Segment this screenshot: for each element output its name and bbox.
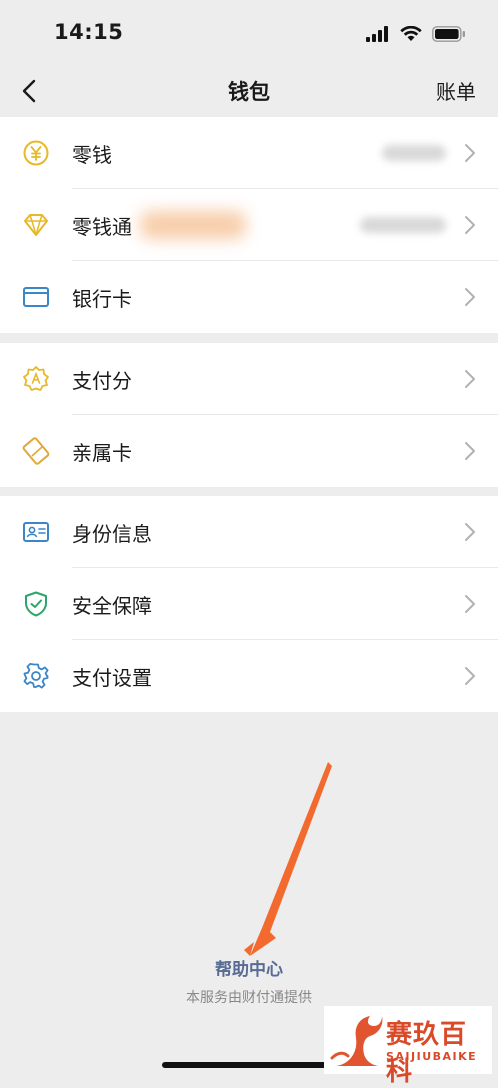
- status-time: 14:15: [54, 20, 124, 44]
- bank-card-icon: [23, 287, 49, 307]
- chevron-right-icon: [465, 523, 475, 541]
- menu-item-label: 支付分: [72, 369, 132, 393]
- settings-group: 身份信息 安全保障 支付设置: [0, 496, 498, 712]
- credit-group: 支付分 亲属卡: [0, 343, 498, 487]
- chevron-right-icon: [465, 442, 475, 460]
- chevron-right-icon: [465, 370, 475, 388]
- menu-item-label: 安全保障: [72, 594, 152, 618]
- menu-item-bank-card[interactable]: 银行卡: [0, 261, 498, 333]
- chevron-right-icon: [465, 667, 475, 685]
- wallet-balance-group: 零钱 零钱通 银行卡: [0, 117, 498, 333]
- family-card-icon: [22, 437, 50, 465]
- menu-item-pay-score[interactable]: 支付分: [0, 343, 498, 415]
- menu-item-label: 零钱通: [72, 215, 132, 239]
- page-title: 钱包: [228, 80, 270, 104]
- menu-item-payment-settings[interactable]: 支付设置: [0, 640, 498, 712]
- status-icons: [366, 24, 466, 44]
- chevron-right-icon: [465, 288, 475, 306]
- hidden-balance: [382, 145, 446, 161]
- id-card-icon: [23, 522, 49, 542]
- battery-icon: [432, 26, 465, 42]
- watermark: 赛玖百科 SAIJIUBAIKE: [324, 1006, 492, 1087]
- menu-item-label: 亲属卡: [72, 441, 132, 465]
- menu-item-change-pass[interactable]: 零钱通: [0, 189, 498, 261]
- menu-item-identity[interactable]: 身份信息: [0, 496, 498, 568]
- menu-item-label: 零钱: [72, 143, 112, 167]
- badge-score-icon: [23, 366, 49, 391]
- gear-icon: [23, 663, 49, 689]
- menu-item-change[interactable]: 零钱: [0, 117, 498, 189]
- hidden-promo: [140, 211, 246, 239]
- hidden-balance: [360, 217, 446, 233]
- whale-logo-icon: [330, 1016, 383, 1066]
- chevron-right-icon: [465, 144, 475, 162]
- help-center-link[interactable]: 帮助中心: [0, 955, 498, 980]
- menu-item-label: 支付设置: [72, 666, 152, 690]
- menu-item-security[interactable]: 安全保障: [0, 568, 498, 640]
- status-bar: 14:15: [0, 0, 498, 66]
- wifi-icon: [400, 26, 422, 41]
- menu-item-label: 身份信息: [72, 522, 152, 546]
- watermark-name-en: SAIJIUBAIKE: [386, 1050, 478, 1063]
- menu-item-label: 银行卡: [72, 287, 132, 311]
- yuan-coin-icon: [23, 140, 49, 166]
- chevron-right-icon: [465, 216, 475, 234]
- bills-button[interactable]: 账单: [436, 76, 476, 105]
- home-indicator: [162, 1062, 338, 1068]
- cellular-signal-icon: [366, 26, 388, 42]
- shield-check-icon: [25, 591, 47, 617]
- navigation-bar: 钱包 账单: [0, 66, 498, 116]
- provider-note: 本服务由财付通提供: [186, 990, 312, 1006]
- chevron-right-icon: [465, 595, 475, 613]
- annotation-arrow-icon: [244, 762, 332, 956]
- menu-item-family-card[interactable]: 亲属卡: [0, 415, 498, 487]
- diamond-icon: [24, 214, 48, 236]
